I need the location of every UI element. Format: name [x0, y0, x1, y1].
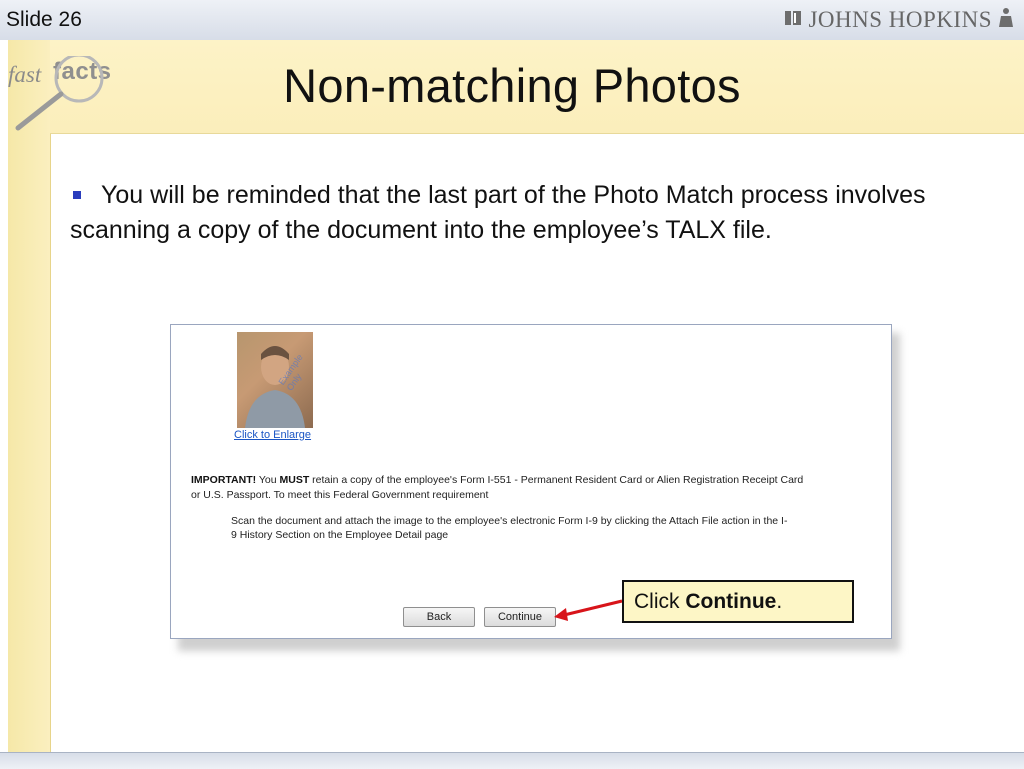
bullet-paragraph: You will be reminded that the last part …	[70, 178, 990, 248]
bullet-square-icon	[73, 191, 81, 199]
top-bar: Slide 26 JOHNS HOPKINS	[0, 0, 1024, 41]
back-button[interactable]: Back	[403, 607, 475, 627]
slide-number: Slide 26	[6, 8, 82, 31]
important-notice: IMPORTANT! You MUST retain a copy of the…	[191, 473, 811, 503]
callout-suffix: .	[776, 590, 783, 613]
continue-button[interactable]: Continue	[484, 607, 556, 627]
callout-bold: Continue	[685, 590, 777, 613]
scan-instructions: Scan the document and attach the image t…	[231, 515, 788, 541]
important-you: You	[256, 474, 280, 486]
left-band	[8, 40, 51, 752]
must-text: MUST	[279, 474, 310, 486]
brand: JOHNS HOPKINS	[784, 7, 1014, 33]
employee-photo: Example Only	[237, 332, 313, 428]
seated-figure-icon	[998, 7, 1014, 33]
shield-icon	[784, 9, 802, 32]
click-continue-callout: Click Continue.	[622, 580, 854, 623]
click-to-enlarge-link[interactable]: Click to Enlarge	[234, 429, 311, 441]
important-label: IMPORTANT!	[191, 474, 257, 486]
arrow-icon	[554, 599, 623, 621]
callout-prefix: Click	[634, 590, 686, 613]
brand-name: JOHNS HOPKINS	[808, 7, 992, 32]
bottom-bar	[0, 752, 1024, 769]
bullet-text: You will be reminded that the last part …	[70, 181, 926, 244]
slide-title: Non-matching Photos	[283, 59, 741, 112]
